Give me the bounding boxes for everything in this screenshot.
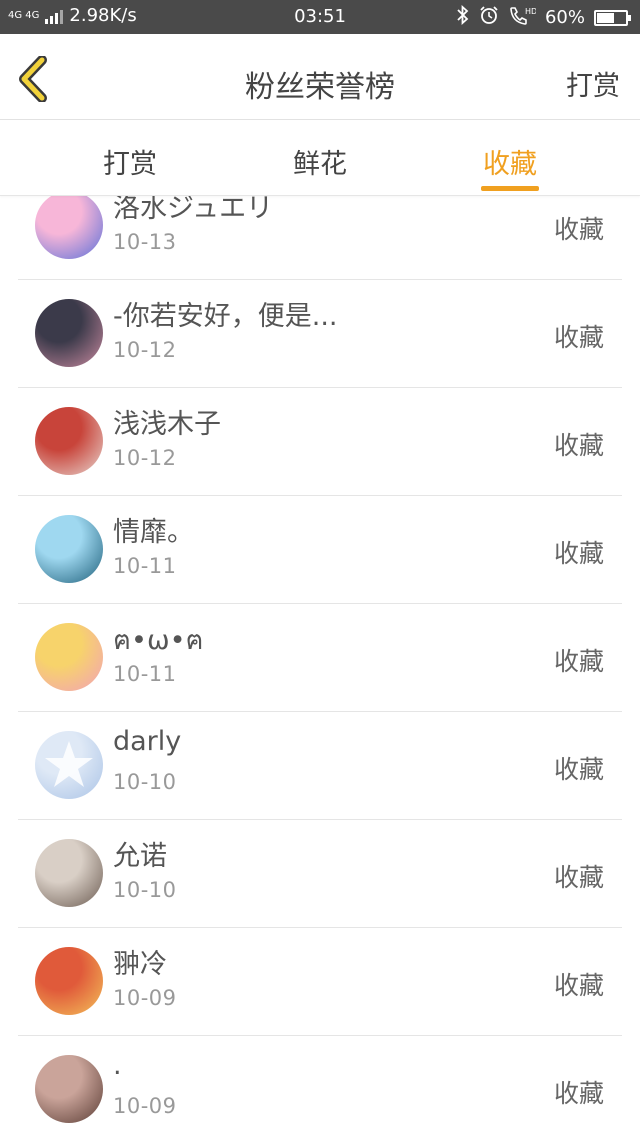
item-date: 10-10 bbox=[113, 878, 177, 902]
item-date: 10-11 bbox=[113, 554, 177, 578]
tab-collect[interactable]: 收藏 bbox=[450, 142, 570, 191]
status-right: HD 60% bbox=[456, 4, 631, 30]
avatar[interactable] bbox=[35, 407, 103, 475]
tab-bar: 打赏 鲜花 收藏 bbox=[0, 120, 640, 196]
status-bar: 4G 4G 2.98K/s 03:51 HD 60% bbox=[0, 0, 640, 34]
list-item[interactable]: -你若安好，便是... 10-12 收藏 bbox=[18, 280, 622, 388]
user-name: 浅浅木子 bbox=[113, 409, 221, 440]
user-name: 翀冷 bbox=[113, 949, 167, 980]
user-name: darly bbox=[113, 726, 182, 757]
tab-indicator bbox=[481, 186, 539, 191]
battery-icon bbox=[594, 9, 631, 26]
battery-fill bbox=[597, 12, 614, 23]
tab-flowers[interactable]: 鲜花 bbox=[260, 142, 380, 181]
tab-label: 收藏 bbox=[483, 149, 537, 180]
avatar[interactable] bbox=[35, 515, 103, 583]
list-item[interactable]: . 10-09 收藏 bbox=[18, 1036, 622, 1138]
tab-label: 打赏 bbox=[103, 149, 157, 180]
item-date: 10-09 bbox=[113, 986, 177, 1010]
collect-label: 收藏 bbox=[553, 431, 604, 460]
hd-call-icon: HD bbox=[508, 5, 537, 30]
collect-label: 收藏 bbox=[553, 647, 604, 676]
item-date: 10-13 bbox=[113, 230, 177, 254]
list-item[interactable]: darly 10-10 收藏 bbox=[18, 712, 622, 820]
item-date: 10-09 bbox=[113, 1094, 177, 1118]
list-item[interactable]: 翀冷 10-09 收藏 bbox=[18, 928, 622, 1036]
list-item[interactable]: 允诺 10-10 收藏 bbox=[18, 820, 622, 928]
alarm-icon bbox=[479, 5, 499, 30]
collect-label: 收藏 bbox=[553, 539, 604, 568]
user-name: . bbox=[113, 1050, 122, 1081]
user-name: 允诺 bbox=[113, 841, 167, 872]
collect-label: 收藏 bbox=[553, 215, 604, 244]
star-icon bbox=[45, 741, 93, 787]
collect-label: 收藏 bbox=[553, 863, 604, 892]
collect-label: 收藏 bbox=[553, 323, 604, 352]
item-date: 10-12 bbox=[113, 338, 177, 362]
avatar[interactable] bbox=[35, 623, 103, 691]
app-header: 粉丝荣誉榜 打赏 bbox=[0, 34, 640, 120]
user-name: ฅ•ω•ฅ bbox=[113, 625, 204, 656]
list-item[interactable]: 浅浅木子 10-12 收藏 bbox=[18, 388, 622, 496]
user-name: 洛水ジュエリ bbox=[113, 196, 274, 224]
avatar[interactable] bbox=[35, 196, 103, 259]
avatar[interactable] bbox=[35, 947, 103, 1015]
avatar[interactable] bbox=[35, 1055, 103, 1123]
avatar[interactable] bbox=[35, 839, 103, 907]
fan-list[interactable]: 洛水ジュエリ 10-13 收藏 -你若安好，便是... 10-12 收藏 浅浅木… bbox=[0, 196, 640, 1138]
avatar[interactable] bbox=[35, 731, 103, 799]
collect-label: 收藏 bbox=[553, 1079, 604, 1108]
bluetooth-icon bbox=[456, 4, 470, 30]
list-item[interactable]: ฅ•ω•ฅ 10-11 收藏 bbox=[18, 604, 622, 712]
collect-label: 收藏 bbox=[553, 971, 604, 1000]
user-name: -你若安好，便是... bbox=[113, 301, 338, 332]
list-item[interactable]: 洛水ジュエリ 10-13 收藏 bbox=[18, 196, 622, 280]
svg-text:HD: HD bbox=[525, 7, 536, 16]
list-item[interactable]: 情靡。 10-11 收藏 bbox=[18, 496, 622, 604]
reward-button[interactable]: 打赏 bbox=[566, 64, 620, 103]
item-date: 10-12 bbox=[113, 446, 177, 470]
item-date: 10-10 bbox=[113, 770, 177, 794]
tab-label: 鲜花 bbox=[293, 149, 347, 180]
item-date: 10-11 bbox=[113, 662, 177, 686]
battery-percent: 60% bbox=[544, 7, 585, 28]
user-name: 情靡。 bbox=[113, 517, 194, 548]
collect-label: 收藏 bbox=[553, 755, 604, 784]
page-title: 粉丝荣誉榜 bbox=[245, 70, 395, 105]
tab-reward[interactable]: 打赏 bbox=[70, 142, 190, 181]
avatar[interactable] bbox=[35, 299, 103, 367]
